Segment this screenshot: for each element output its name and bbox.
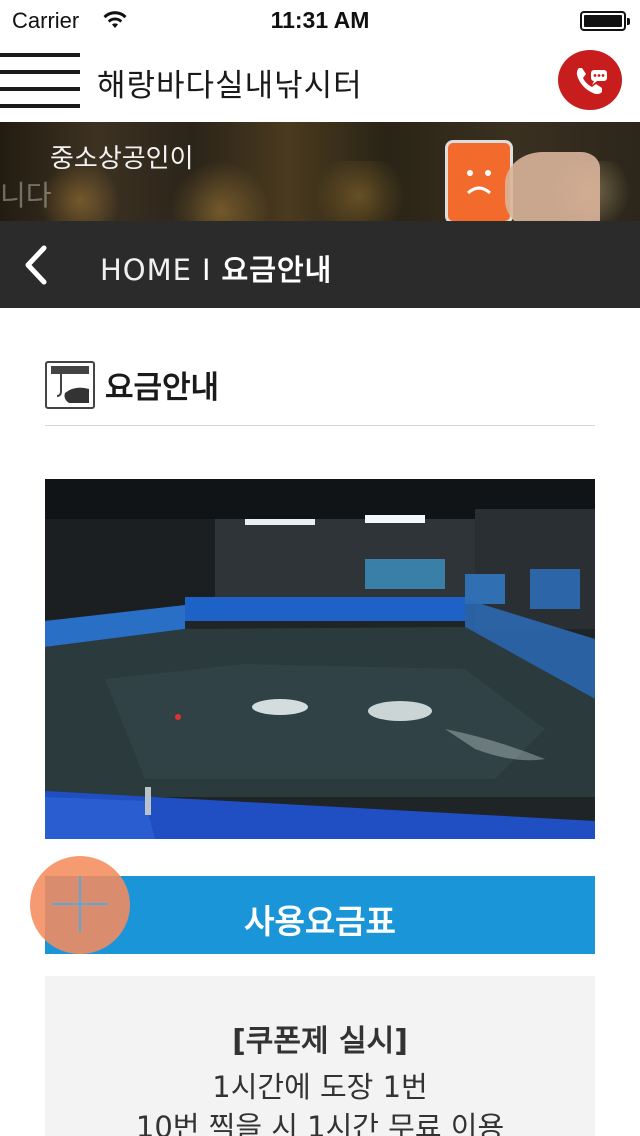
fishing-icon (45, 361, 95, 409)
breadcrumb: HOME I 요금안내 (100, 247, 332, 289)
fishing-pool-photo (45, 479, 595, 839)
promo-banner[interactable]: 니다 중소상공인이 (0, 122, 640, 221)
clock: 11:31 AM (270, 7, 370, 33)
banner-hand-image (505, 152, 600, 221)
banner-faded-text: 니다 (0, 179, 52, 212)
breadcrumb-current: 요금안내 (221, 253, 333, 287)
call-button[interactable] (558, 50, 622, 110)
breadcrumb-bar: HOME I 요금안내 (0, 221, 640, 308)
app-header: 해랑바다실내낚시터 (0, 40, 640, 122)
app-title: 해랑바다실내낚시터 (97, 68, 363, 104)
expand-plus-button[interactable] (30, 856, 130, 954)
phone-call-icon (576, 68, 607, 95)
banner-text: 중소상공인이 (50, 144, 194, 174)
status-bar: Carrier 11:31 AM (0, 0, 640, 40)
chevron-left-icon[interactable] (20, 245, 50, 285)
coupon-line-2: 10번 찍을 시 1시간 무료 이용 (135, 1110, 505, 1136)
breadcrumb-home[interactable]: HOME (100, 253, 192, 287)
section-title: 요금안내 (105, 370, 220, 406)
coupon-info-card: [쿠폰제 실시] 1시간에 도장 1번 10번 찍을 시 1시간 무료 이용 (45, 976, 595, 1136)
section-header: 요금안내 (45, 358, 595, 426)
hamburger-menu-icon[interactable] (0, 53, 80, 109)
banner-phone-image (445, 140, 513, 221)
coupon-heading: [쿠폰제 실시] (232, 1024, 408, 1059)
battery-icon (580, 11, 630, 31)
coupon-line-1: 1시간에 도장 1번 (212, 1070, 428, 1104)
breadcrumb-separator: I (201, 253, 212, 287)
